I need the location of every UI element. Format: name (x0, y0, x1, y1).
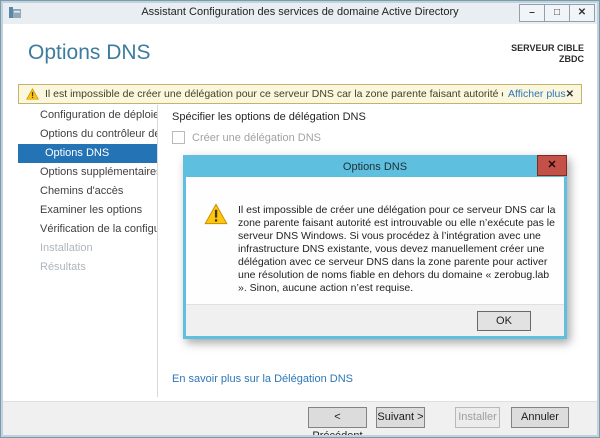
title-bar: Assistant Configuration des services de … (3, 3, 597, 24)
previous-button[interactable]: < Précédent (308, 407, 367, 435)
sidebar-item-resultats: Résultats (40, 261, 86, 273)
banner-close-icon[interactable]: ✕ (566, 89, 574, 100)
dialog-footer: OK (186, 304, 564, 336)
close-button[interactable]: ✕ (569, 4, 595, 22)
sidebar-item-options-supplementaires[interactable]: Options supplémentaires (18, 163, 158, 182)
learn-more-dns-delegation-link[interactable]: En savoir plus sur la Délégation DNS (172, 373, 353, 385)
create-dns-delegation-label: Créer une délégation DNS (192, 131, 322, 144)
dialog-body: Il est impossible de créer une délégatio… (186, 177, 564, 304)
sidebar-item-configuration-deploiement[interactable]: Configuration de déploie... (18, 106, 158, 125)
dialog-close-button[interactable]: ✕ (537, 155, 567, 176)
dialog-title-bar: Options DNS ✕ (186, 155, 567, 177)
target-server-name: ZBDC (559, 54, 584, 64)
sidebar-item-installation: Installation (40, 242, 93, 254)
minimize-button[interactable]: – (519, 4, 545, 22)
install-button: Installer (455, 407, 500, 428)
create-dns-delegation-checkbox (172, 131, 185, 144)
sidebar-item-chemins-acces[interactable]: Chemins d'accès (18, 182, 158, 201)
sidebar-divider (157, 105, 158, 397)
dns-delegation-option: Créer une délégation DNS (172, 131, 321, 144)
sidebar-item-options-controleur[interactable]: Options du contrôleur de... (18, 125, 158, 144)
dialog-warning-icon (204, 203, 228, 230)
banner-message: Il est impossible de créer une délégatio… (45, 88, 504, 100)
dialog-message: Il est impossible de créer une délégatio… (238, 204, 556, 294)
maximize-button[interactable]: □ (544, 4, 570, 22)
wizard-nav: Configuration de déploie... Options du c… (18, 106, 158, 277)
window-title: Assistant Configuration des services de … (141, 6, 459, 18)
target-server-info: SERVEUR CIBLE ZBDC (511, 43, 584, 65)
sidebar-item-options-dns[interactable]: Options DNS (18, 144, 158, 163)
target-server-label: SERVEUR CIBLE (511, 43, 584, 53)
warning-banner: Il est impossible de créer une délégatio… (18, 84, 582, 104)
options-dns-dialog: Options DNS ✕ Il est impossible de créer… (183, 155, 567, 339)
page-title: Options DNS (28, 41, 151, 64)
show-more-link[interactable]: Afficher plus (508, 88, 566, 100)
wizard-window: Assistant Configuration des services de … (0, 0, 600, 438)
content-heading: Spécifier les options de délégation DNS (172, 111, 366, 123)
wizard-footer (3, 401, 597, 435)
sidebar-item-verification-configuration[interactable]: Vérification de la configur... (18, 220, 158, 239)
warning-icon (26, 88, 39, 100)
next-button[interactable]: Suivant > (376, 407, 425, 428)
cancel-button[interactable]: Annuler (511, 407, 569, 428)
ok-button[interactable]: OK (477, 311, 531, 331)
dialog-title: Options DNS (342, 161, 408, 173)
sidebar-item-examiner-options[interactable]: Examiner les options (18, 201, 158, 220)
